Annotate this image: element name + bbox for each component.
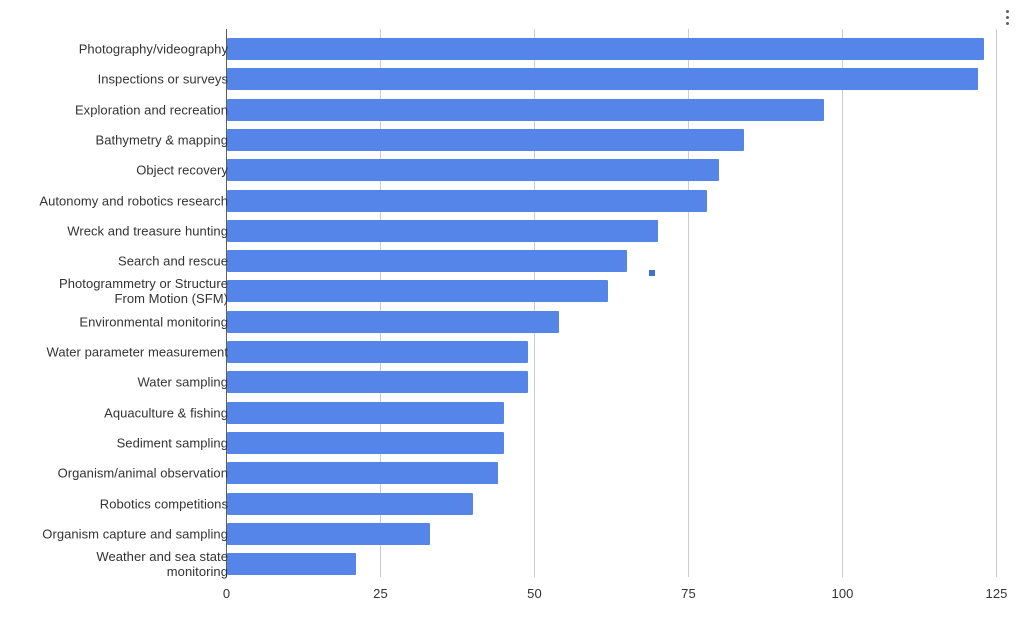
category-label: Autonomy and robotics research bbox=[39, 193, 228, 208]
bar[interactable] bbox=[226, 553, 356, 576]
bar[interactable] bbox=[226, 68, 979, 91]
bar[interactable] bbox=[226, 159, 720, 182]
category-label: Organism capture and sampling bbox=[42, 526, 228, 542]
category-label: Weather and sea state monitoring bbox=[96, 549, 228, 580]
category-label: Aquaculture & fishing bbox=[104, 405, 228, 421]
category-label: Environmental monitoring bbox=[79, 314, 228, 330]
bar[interactable] bbox=[226, 371, 529, 394]
gridline-125 bbox=[996, 29, 997, 577]
stray-data-point-marker[interactable] bbox=[648, 270, 655, 277]
chart-container: Photography/videography Inspections or su… bbox=[0, 0, 1024, 632]
bar[interactable] bbox=[226, 189, 707, 212]
bar[interactable] bbox=[226, 219, 658, 242]
x-tick-label-25: 25 bbox=[373, 586, 388, 601]
category-label: Object recovery bbox=[136, 162, 228, 178]
category-label: Organism/animal observation bbox=[57, 465, 228, 481]
x-tick-label-50: 50 bbox=[527, 586, 542, 601]
category-label: Water sampling bbox=[137, 374, 228, 390]
bar[interactable] bbox=[226, 38, 985, 60]
bar[interactable] bbox=[226, 431, 504, 454]
bar[interactable] bbox=[226, 492, 473, 515]
x-tick-label-125: 125 bbox=[985, 586, 1008, 601]
category-label: Robotics competitions bbox=[99, 496, 228, 511]
category-label: Photogrammetry or Structure From Motion … bbox=[59, 276, 228, 307]
bar[interactable] bbox=[226, 462, 498, 485]
bar[interactable] bbox=[226, 128, 744, 151]
category-label: Search and rescue bbox=[118, 253, 228, 269]
bar[interactable] bbox=[226, 401, 504, 424]
category-label: Bathymetry & mapping bbox=[95, 132, 228, 148]
bar[interactable] bbox=[226, 341, 529, 363]
bar[interactable] bbox=[226, 522, 430, 545]
bar[interactable] bbox=[226, 280, 609, 303]
plot-area: Photography/videography Inspections or su… bbox=[0, 0, 1024, 632]
x-tick-label-100: 100 bbox=[831, 586, 854, 601]
category-label: Inspections or surveys bbox=[97, 71, 228, 87]
category-label: Photography/videography bbox=[78, 41, 228, 57]
gridline-100 bbox=[842, 29, 843, 577]
bar[interactable] bbox=[226, 250, 627, 273]
x-tick-label-75: 75 bbox=[681, 586, 696, 601]
bar[interactable] bbox=[226, 310, 560, 333]
bar[interactable] bbox=[226, 98, 825, 121]
category-label: Sediment sampling bbox=[116, 435, 228, 451]
category-label: Wreck and treasure hunting bbox=[67, 223, 228, 239]
category-label: Water parameter measurement bbox=[46, 344, 228, 360]
category-label: Exploration and recreation bbox=[74, 102, 228, 118]
x-tick-label-0: 0 bbox=[222, 586, 231, 601]
